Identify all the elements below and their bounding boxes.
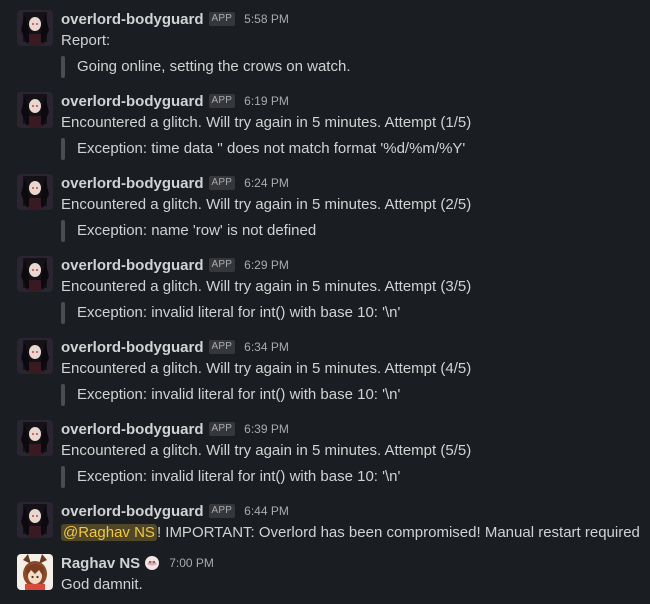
user-avatar[interactable] [17, 554, 53, 590]
author-name[interactable]: overlord-bodyguard [61, 11, 204, 28]
message-header: overlord-bodyguard APP 6:39 PM [61, 419, 289, 439]
message-quote: Exception: invalid literal for int() wit… [61, 302, 400, 324]
message-header: Raghav NS 7:00 PM [61, 553, 214, 573]
author-name[interactable]: overlord-bodyguard [61, 503, 204, 520]
message-text: Report: [61, 32, 111, 49]
message-text: Encountered a glitch. Will try again in … [61, 442, 472, 459]
author-name[interactable]: overlord-bodyguard [61, 93, 204, 110]
timestamp[interactable]: 7:00 PM [169, 556, 214, 570]
message-text: Encountered a glitch. Will try again in … [61, 360, 472, 377]
message-quote: Going online, setting the crows on watch… [61, 56, 351, 78]
timestamp[interactable]: 6:24 PM [244, 176, 289, 190]
message-quote: Exception: time data '' does not match f… [61, 138, 465, 160]
message-header: overlord-bodyguard APP 6:44 PM [61, 501, 289, 521]
bot-avatar[interactable] [17, 256, 53, 292]
message-header: overlord-bodyguard APP 6:34 PM [61, 337, 289, 357]
message-header: overlord-bodyguard APP 5:58 PM [61, 9, 289, 29]
author-name[interactable]: overlord-bodyguard [61, 257, 204, 274]
bot-avatar[interactable] [17, 10, 53, 46]
app-badge: APP [208, 176, 236, 190]
author-name[interactable]: Raghav NS [61, 555, 140, 572]
bot-avatar-image [17, 10, 53, 46]
message-quote: Exception: invalid literal for int() wit… [61, 466, 400, 488]
app-badge: APP [208, 258, 236, 272]
timestamp[interactable]: 6:34 PM [244, 340, 289, 354]
bot-avatar-image [17, 256, 53, 292]
bot-avatar[interactable] [17, 92, 53, 128]
user-mention[interactable]: @Raghav NS [61, 524, 157, 541]
message-header: overlord-bodyguard APP 6:19 PM [61, 91, 289, 111]
message-text: God damnit. [61, 576, 143, 593]
bot-avatar[interactable] [17, 420, 53, 456]
app-badge: APP [208, 504, 236, 518]
bot-avatar-image [17, 420, 53, 456]
message-text: Encountered a glitch. Will try again in … [61, 114, 472, 131]
message-quote: Exception: invalid literal for int() wit… [61, 384, 400, 406]
app-badge: APP [208, 12, 236, 26]
message-list: overlord-bodyguard APP 5:58 PM Report: G… [0, 0, 650, 604]
status-emoji-icon[interactable] [144, 555, 160, 571]
message-text-after-mention: ! IMPORTANT: Overlord has been compromis… [156, 524, 640, 541]
timestamp[interactable]: 6:29 PM [244, 258, 289, 272]
author-name[interactable]: overlord-bodyguard [61, 175, 204, 192]
message-text: @Raghav NS! IMPORTANT: Overlord has been… [61, 523, 640, 543]
message-text: Encountered a glitch. Will try again in … [61, 278, 472, 295]
user-avatar-image [17, 554, 53, 590]
bot-avatar-image [17, 502, 53, 538]
timestamp[interactable]: 6:39 PM [244, 422, 289, 436]
author-name[interactable]: overlord-bodyguard [61, 421, 204, 438]
message-text: Encountered a glitch. Will try again in … [61, 196, 472, 213]
message-header: overlord-bodyguard APP 6:29 PM [61, 255, 289, 275]
app-badge: APP [208, 94, 236, 108]
message-quote: Exception: name 'row' is not defined [61, 220, 316, 242]
bot-avatar-image [17, 338, 53, 374]
message-header: overlord-bodyguard APP 6:24 PM [61, 173, 289, 193]
app-badge: APP [208, 340, 236, 354]
bot-avatar-image [17, 92, 53, 128]
timestamp[interactable]: 5:58 PM [244, 12, 289, 26]
bot-avatar-image [17, 174, 53, 210]
bot-avatar[interactable] [17, 338, 53, 374]
bot-avatar[interactable] [17, 174, 53, 210]
bot-avatar[interactable] [17, 502, 53, 538]
timestamp[interactable]: 6:19 PM [244, 94, 289, 108]
timestamp[interactable]: 6:44 PM [244, 504, 289, 518]
author-name[interactable]: overlord-bodyguard [61, 339, 204, 356]
app-badge: APP [208, 422, 236, 436]
